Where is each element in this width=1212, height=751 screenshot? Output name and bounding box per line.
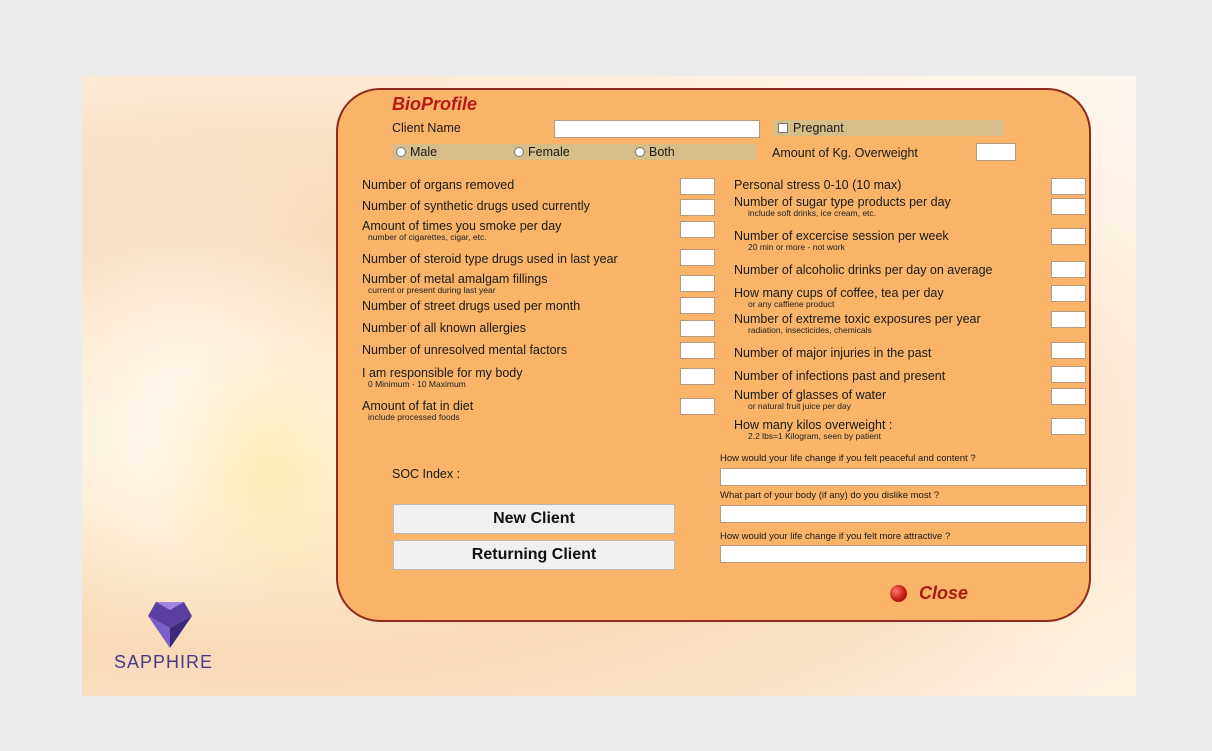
gender-radio-both[interactable]: Both (635, 145, 675, 159)
question-label: What part of your body (if any) do you d… (720, 490, 940, 501)
alcoholic-drinks-input[interactable] (1051, 261, 1086, 278)
right-field-label: Number of infections past and present (734, 369, 946, 383)
sapphire-gem-icon (148, 602, 192, 648)
organs-removed-input[interactable] (680, 178, 715, 195)
right-field-label: Number of major injuries in the past (734, 346, 932, 360)
overweight-label: Amount of Kg. Overweight (772, 146, 918, 160)
right-field-label: Personal stress 0-10 (10 max) (734, 178, 902, 192)
right-field-label: Number of alcoholic drinks per day on av… (734, 263, 993, 277)
radio-icon[interactable] (514, 147, 524, 157)
major-injuries-input[interactable] (1051, 342, 1086, 359)
checkbox-icon[interactable] (778, 123, 788, 133)
responsible-body-input[interactable] (680, 368, 715, 385)
synthetic-drugs-input[interactable] (680, 199, 715, 216)
pregnant-checkbox[interactable]: Pregnant (778, 121, 844, 135)
street-drugs-input[interactable] (680, 297, 715, 314)
client-name-label: Client Name (392, 121, 461, 135)
left-field-label: Number of unresolved mental factors (362, 343, 567, 357)
smoke-per-day-input[interactable] (680, 221, 715, 238)
brand-name: SAPPHIRE (114, 652, 214, 672)
gender-male-label: Male (410, 145, 438, 159)
overweight-kg-input[interactable] (976, 143, 1016, 161)
steroid-drugs-input[interactable] (680, 249, 715, 266)
page-title: BioProfile (392, 94, 478, 114)
left-field-label: Amount of fat in diet include processed f… (362, 399, 474, 422)
mental-factors-input[interactable] (680, 342, 715, 359)
new-client-button[interactable]: New Client (393, 504, 675, 534)
bioprofile-panel: BioProfile Client Name Pregnant Male Fem… (336, 88, 1091, 622)
glasses-water-input[interactable] (1051, 388, 1086, 405)
personal-stress-input[interactable] (1051, 178, 1086, 195)
amalgam-fillings-input[interactable] (680, 275, 715, 292)
right-field-label: How many kilos overweight :2.2 lbs=1 Kil… (734, 418, 893, 441)
right-field-label: How many cups of coffee, tea per day or a… (734, 286, 944, 309)
question-label: How would your life change if you felt p… (720, 453, 976, 464)
toxic-exposures-input[interactable] (1051, 311, 1086, 328)
close-button[interactable]: Close (890, 583, 968, 604)
left-field-label: Number of all known allergies (362, 321, 526, 335)
infections-input[interactable] (1051, 366, 1086, 383)
coffee-tea-input[interactable] (1051, 285, 1086, 302)
right-field-label: Number of sugar type products per day inc… (734, 195, 951, 218)
fat-in-diet-input[interactable] (680, 398, 715, 415)
close-label: Close (919, 583, 969, 603)
question-label: How would your life change if you felt m… (720, 531, 951, 542)
radio-icon[interactable] (396, 147, 406, 157)
gender-both-label: Both (649, 145, 675, 159)
sugar-products-input[interactable] (1051, 198, 1086, 215)
kilos-overweight-input[interactable] (1051, 418, 1086, 435)
gender-radio-female[interactable]: Female (514, 145, 570, 159)
left-field-label: Number of street drugs used per month (362, 299, 581, 313)
left-field-label: Number of synthetic drugs used currently (362, 199, 590, 213)
returning-client-button[interactable]: Returning Client (393, 540, 675, 570)
peaceful-content-input[interactable] (720, 468, 1087, 486)
exercise-sessions-input[interactable] (1051, 228, 1086, 245)
client-name-input[interactable] (554, 120, 760, 138)
left-field-label: Number of steroid type drugs used in las… (362, 252, 618, 266)
right-field-label: Number of excercise session per week 20 m… (734, 229, 949, 252)
close-icon[interactable] (890, 585, 907, 602)
allergies-input[interactable] (680, 320, 715, 337)
radio-icon[interactable] (635, 147, 645, 157)
soc-index-label: SOC Index : (392, 467, 461, 481)
pregnant-label: Pregnant (793, 121, 844, 135)
left-field-label: Number of organs removed (362, 178, 515, 192)
left-field-label: Amount of times you smoke per day number … (362, 219, 562, 242)
left-field-label: Number of metal amalgam fillings current … (362, 272, 548, 295)
right-field-label: Number of extreme toxic exposures per ye… (734, 312, 981, 335)
more-attractive-input[interactable] (720, 545, 1087, 563)
gender-band (392, 144, 756, 160)
left-field-label: I am responsible for my body 0 Minimum - … (362, 366, 523, 389)
gender-radio-male[interactable]: Male (396, 145, 437, 159)
app-window: SAPPHIRE BioProfile Client Name Pregnant… (82, 76, 1136, 696)
gender-female-label: Female (528, 145, 570, 159)
right-field-label: Number of glasses of water or natural fru… (734, 388, 887, 411)
dislike-body-input[interactable] (720, 505, 1087, 523)
